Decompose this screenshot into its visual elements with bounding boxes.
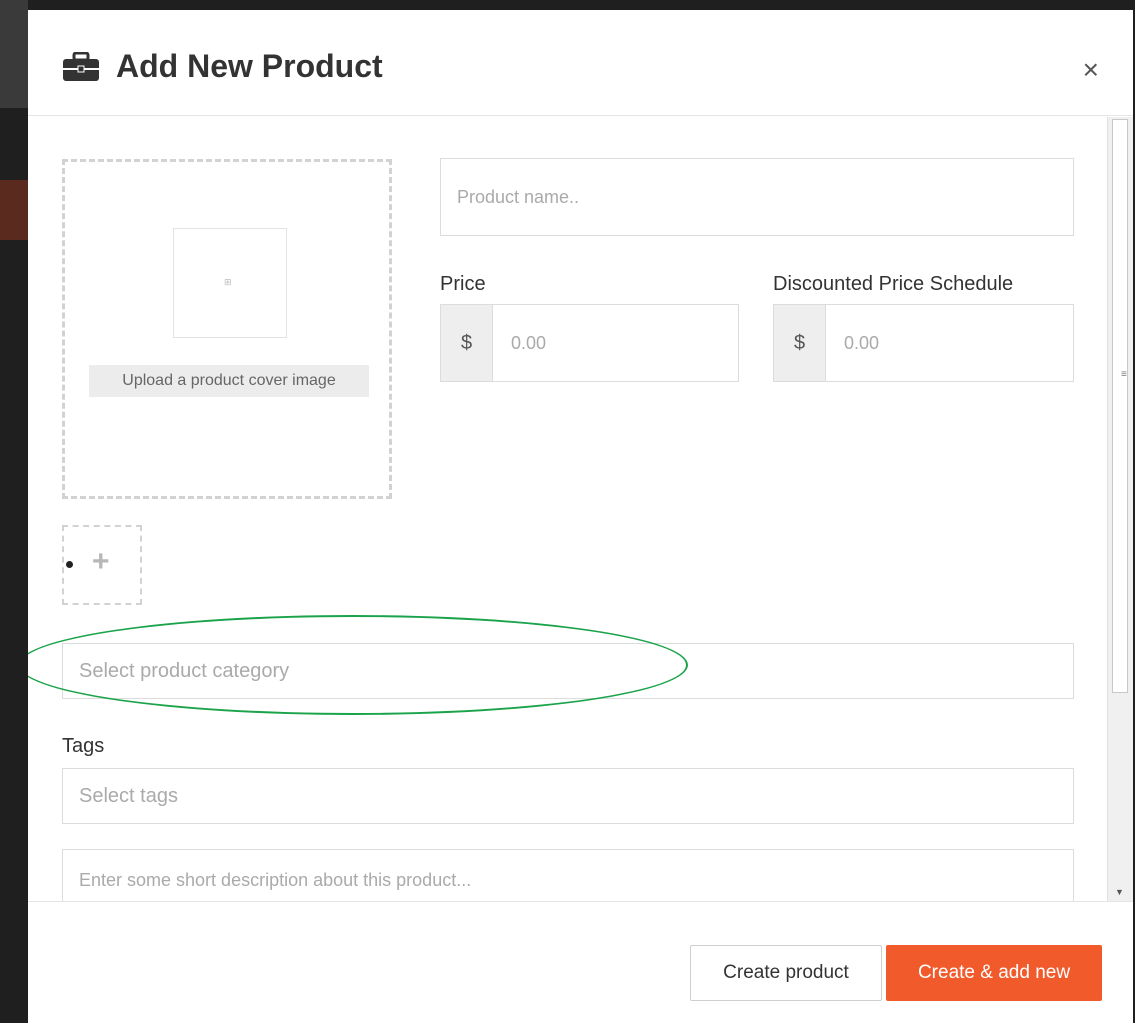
discount-price-input[interactable]: 0.00 [826, 305, 1073, 381]
tags-select[interactable]: Select tags [62, 768, 1074, 824]
tags-placeholder: Select tags [79, 784, 178, 807]
cover-image-dropzone[interactable]: ⊞ Upload a product cover image [62, 159, 392, 499]
modal-footer: Create product Create & add new [28, 901, 1133, 1023]
category-placeholder: Select product category [79, 659, 290, 682]
modal-body: ⊞ Upload a product cover image + Product… [28, 117, 1105, 901]
modal-title: Add New Product [62, 48, 383, 85]
upload-cover-button[interactable]: Upload a product cover image [89, 365, 369, 397]
broken-image-icon: ⊞ [224, 277, 232, 287]
create-and-add-new-button[interactable]: Create & add new [886, 945, 1102, 1001]
product-name-placeholder: Product name.. [457, 186, 580, 207]
discount-price-label: Discounted Price Schedule [773, 273, 1014, 295]
product-name-input[interactable]: Product name.. [440, 158, 1074, 236]
scroll-down-arrow-icon[interactable]: ▼ [1115, 887, 1124, 897]
price-label: Price [440, 273, 486, 295]
create-product-button[interactable]: Create product [690, 945, 882, 1001]
price-input-group: $ 0.00 [440, 304, 739, 382]
description-placeholder: Enter some short description about this … [79, 870, 472, 890]
cover-image-preview: ⊞ [173, 228, 287, 338]
scrollbar-thumb[interactable]: ≡ [1112, 119, 1128, 693]
add-product-modal: Add New Product × ⊞ Upload a product cov… [28, 10, 1135, 1023]
modal-title-text: Add New Product [116, 48, 383, 84]
close-button[interactable]: × [1083, 56, 1099, 84]
add-image-button[interactable]: + [62, 525, 142, 605]
scrollbar-grip-icon: ≡ [1121, 369, 1127, 380]
bullet-dot [66, 561, 73, 568]
category-select[interactable]: Select product category [62, 643, 1074, 699]
discount-price-input-group: $ 0.00 [773, 304, 1074, 382]
modal-scrollbar[interactable]: ≡ ▼ [1107, 117, 1133, 901]
tags-label: Tags [62, 735, 105, 757]
backdrop-accent [0, 180, 28, 240]
backdrop-strip [0, 0, 28, 108]
briefcase-icon [62, 51, 100, 82]
description-textarea[interactable]: Enter some short description about this … [62, 849, 1074, 901]
discount-currency-addon: $ [774, 305, 826, 381]
plus-icon: + [92, 545, 110, 578]
price-input[interactable]: 0.00 [493, 305, 738, 381]
modal-header: Add New Product × [28, 10, 1133, 116]
price-currency-addon: $ [441, 305, 493, 381]
